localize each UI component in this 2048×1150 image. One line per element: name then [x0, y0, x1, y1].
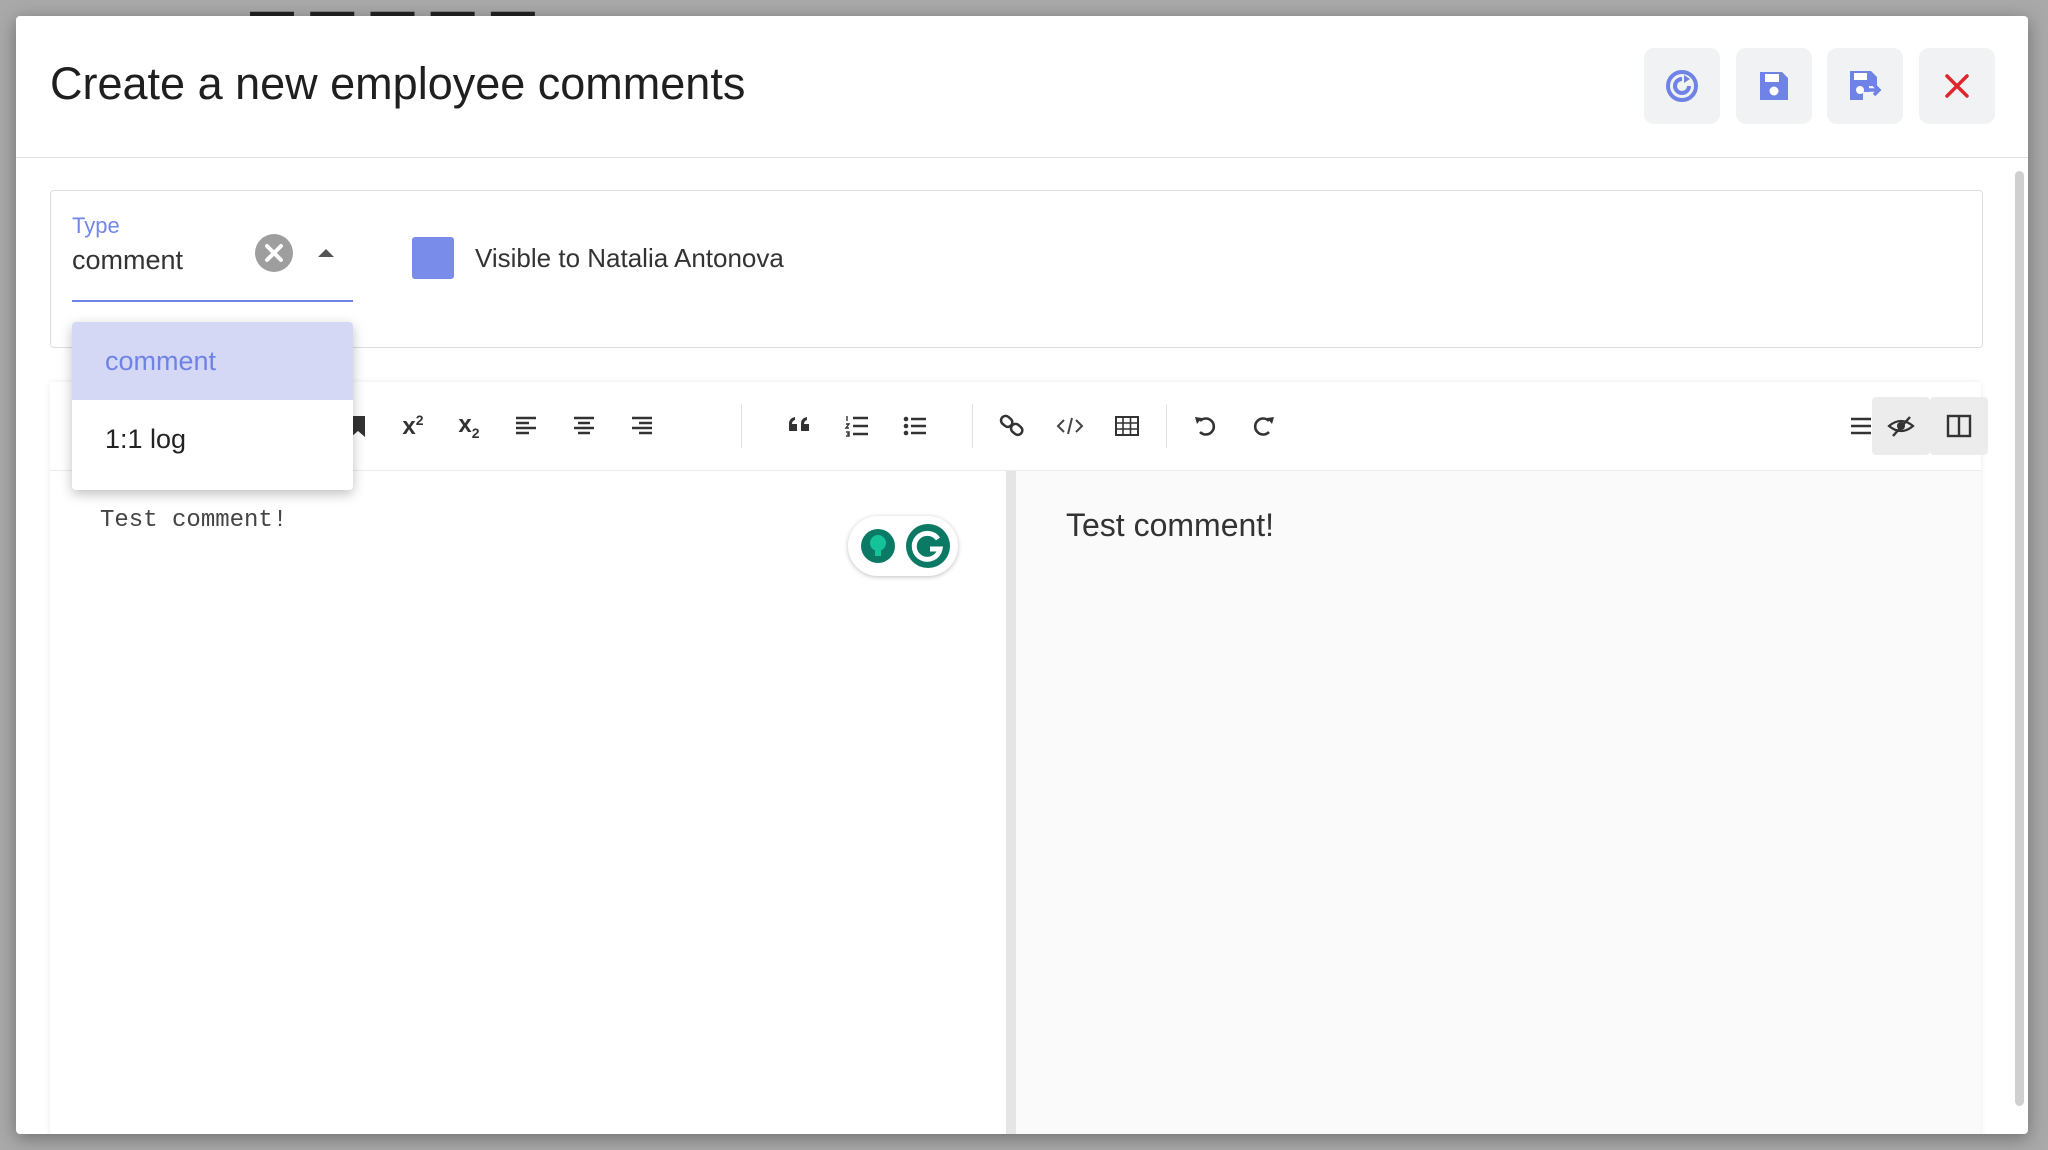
refresh-button[interactable] — [1644, 48, 1720, 124]
subscript-button[interactable]: x2 — [448, 405, 490, 447]
align-right-icon — [632, 416, 652, 435]
clear-icon[interactable] — [254, 233, 294, 273]
align-center-icon — [574, 416, 594, 435]
background-overlay — [0, 1134, 2048, 1150]
subscript-sub: 2 — [471, 424, 480, 441]
ordered-list-button[interactable] — [836, 405, 878, 447]
caret-up-icon[interactable] — [314, 243, 338, 263]
align-left-icon — [516, 416, 536, 435]
refresh-icon — [1666, 70, 1698, 102]
redo-icon — [1253, 417, 1274, 436]
quote-icon — [789, 417, 809, 431]
markdown-preview-pane: Test comment! — [1016, 471, 1981, 1134]
markdown-source-text[interactable]: Test comment! — [100, 507, 287, 534]
ordered-list-icon — [844, 416, 868, 437]
align-right-button[interactable] — [621, 405, 663, 447]
save-and-close-icon — [1850, 71, 1882, 100]
save-icon — [1760, 72, 1788, 100]
type-value: comment — [72, 245, 184, 275]
create-comment-dialog: Create a new employee comments Type comm… — [16, 16, 2028, 1134]
table-button[interactable] — [1106, 405, 1148, 447]
redo-button[interactable] — [1242, 405, 1284, 447]
dialog-scrollbar[interactable] — [2015, 171, 2024, 1106]
superscript-icon: x2 — [402, 412, 423, 441]
type-option-1-1-log[interactable]: 1:1 log — [72, 400, 353, 478]
subscript-base: x — [458, 411, 472, 439]
markdown-editor: x2 x2 Test comment! Test comment! — [50, 382, 1988, 1134]
toolbar-separator — [741, 404, 742, 448]
align-left-button[interactable] — [505, 405, 547, 447]
table-icon — [1115, 416, 1139, 436]
align-center-button[interactable] — [563, 405, 605, 447]
link-button[interactable] — [991, 405, 1033, 447]
side-by-side-icon — [1946, 414, 1972, 438]
pane-divider[interactable] — [1006, 471, 1016, 1134]
dialog-header: Create a new employee comments — [16, 16, 2028, 158]
close-button[interactable] — [1919, 48, 1995, 124]
save-and-close-button[interactable] — [1827, 48, 1903, 124]
link-icon — [999, 414, 1024, 437]
superscript-exp: 2 — [415, 411, 424, 428]
dialog-title: Create a new employee comments — [50, 58, 746, 109]
markdown-source-pane[interactable]: Test comment! — [50, 471, 1006, 1134]
toolbar-separator — [1166, 404, 1167, 448]
superscript-base: x — [402, 412, 416, 440]
code-button[interactable] — [1049, 405, 1091, 447]
visibility-label: Visible to Natalia Antonova — [475, 243, 784, 273]
preview-toggle-icon — [1887, 416, 1915, 437]
close-icon — [1945, 74, 1969, 98]
undo-button[interactable] — [1185, 405, 1227, 447]
side-by-side-button[interactable] — [1930, 397, 1988, 455]
subscript-icon: x2 — [458, 411, 479, 441]
unordered-list-button[interactable] — [894, 405, 936, 447]
grammarly-widget[interactable] — [848, 516, 958, 576]
unordered-list-icon — [903, 416, 926, 436]
type-dropdown-menu: comment 1:1 log — [72, 322, 353, 490]
type-option-comment[interactable]: comment — [72, 322, 353, 400]
code-icon — [1056, 417, 1084, 435]
type-select[interactable]: Type comment — [72, 213, 353, 302]
quote-button[interactable] — [779, 405, 821, 447]
save-button[interactable] — [1736, 48, 1812, 124]
toolbar-separator — [972, 404, 973, 448]
undo-icon — [1195, 417, 1216, 436]
visibility-checkbox[interactable] — [412, 237, 454, 279]
grammarly-icon — [861, 524, 950, 568]
superscript-button[interactable]: x2 — [392, 405, 434, 447]
markdown-preview-text: Test comment! — [1066, 507, 1275, 543]
type-label: Type — [72, 213, 120, 238]
preview-toggle-button[interactable] — [1872, 397, 1930, 455]
